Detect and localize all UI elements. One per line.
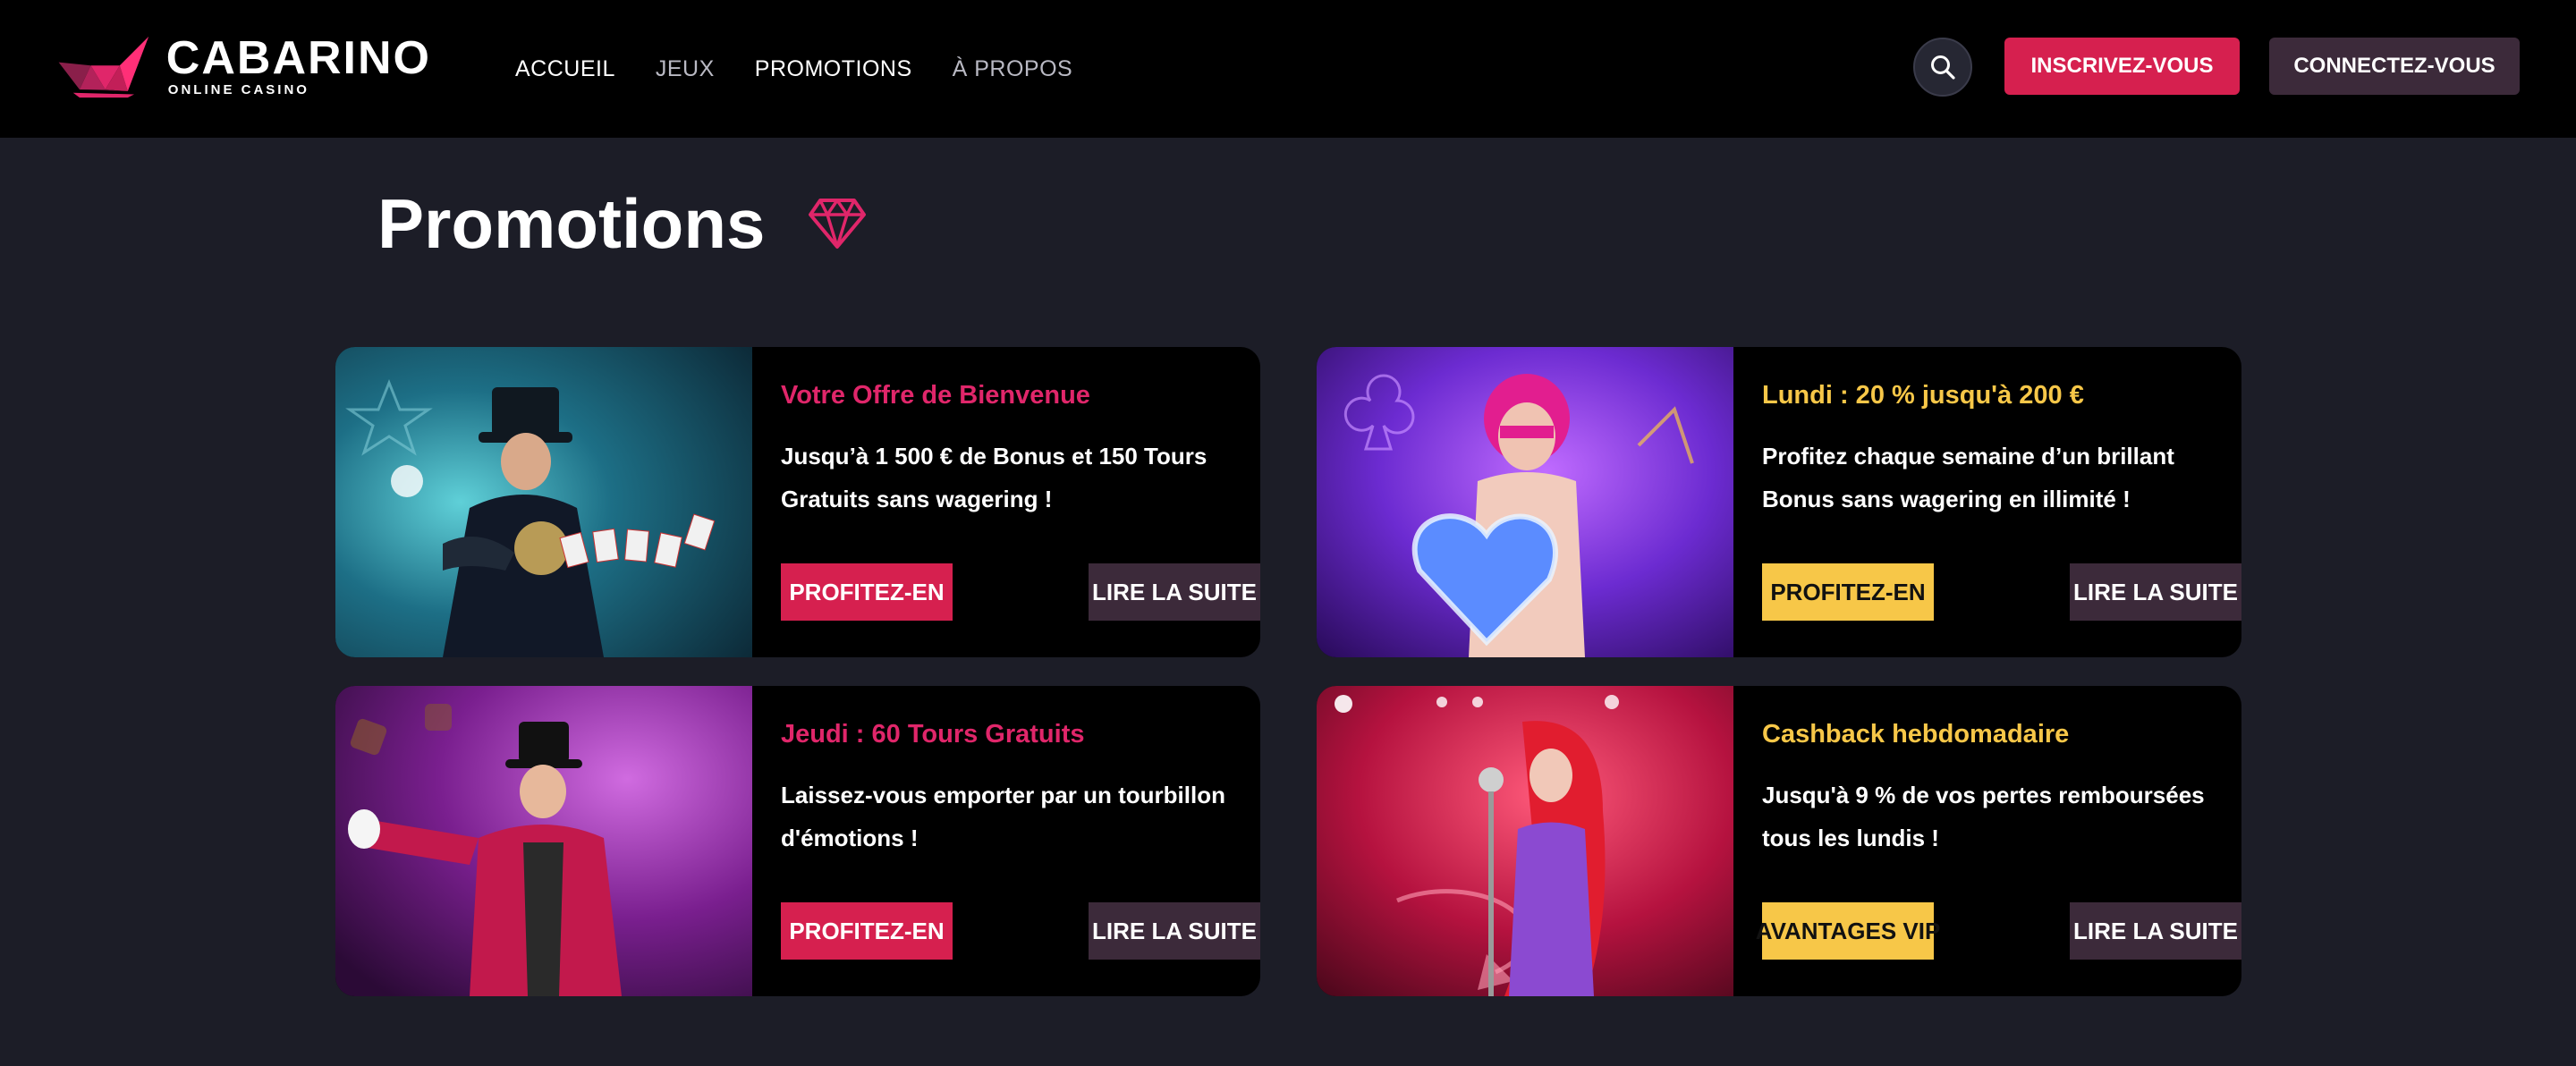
brand-logo[interactable]: CABARINO ONLINE CASINO <box>55 27 431 107</box>
profitez-en-button[interactable]: PROFITEZ-EN <box>781 563 953 621</box>
promo-description: Laissez-vous emporter par un tourbillon … <box>781 782 1225 851</box>
promo-card: Cashback hebdomadaire Jusqu'à 9 % de vos… <box>1317 686 2241 996</box>
woman-neon-heart-image <box>1317 347 1733 657</box>
promo-card-body: Lundi : 20 % jusqu'à 200 € Profitez chaq… <box>1762 347 2241 657</box>
promo-title: Jeudi : 60 Tours Gratuits <box>781 720 1085 749</box>
promo-card: Lundi : 20 % jusqu'à 200 € Profitez chaq… <box>1317 347 2241 657</box>
promo-description: Jusqu'à 9 % de vos pertes remboursées to… <box>1762 782 2205 851</box>
promo-title: Votre Offre de Bienvenue <box>781 381 1090 410</box>
promo-card-body: Votre Offre de Bienvenue Jusqu’à 1 500 €… <box>781 347 1260 657</box>
nav-item-jeux[interactable]: JEUX <box>656 56 715 82</box>
promo-description: Jusqu’à 1 500 € de Bonus et 150 Tours Gr… <box>781 443 1208 512</box>
brand-name: CABARINO <box>165 32 431 84</box>
register-button[interactable]: INSCRIVEZ-VOUS <box>2004 38 2240 95</box>
nav-item-a-propos[interactable]: À PROPOS <box>953 56 1073 82</box>
diamond-icon <box>809 199 867 249</box>
page-title: Promotions <box>377 184 766 263</box>
magician-cards-image <box>335 347 752 657</box>
login-button[interactable]: CONNECTEZ-VOUS <box>2269 38 2520 95</box>
promo-title: Cashback hebdomadaire <box>1762 720 2070 749</box>
promo-card-body: Jeudi : 60 Tours Gratuits Laissez-vous e… <box>781 686 1260 996</box>
singer-microphone-image <box>1317 686 1733 996</box>
page-title-row: Promotions <box>377 179 867 268</box>
promo-description: Profitez chaque semaine d’un brillant Bo… <box>1762 443 2174 512</box>
lire-la-suite-button[interactable]: LIRE LA SUITE <box>2070 563 2241 621</box>
lire-la-suite-button[interactable]: LIRE LA SUITE <box>2070 902 2241 960</box>
search-icon <box>1931 55 1955 80</box>
search-button[interactable] <box>1913 38 1972 97</box>
lire-la-suite-button[interactable]: LIRE LA SUITE <box>1089 902 1260 960</box>
lire-la-suite-button[interactable]: LIRE LA SUITE <box>1089 563 1260 621</box>
promo-card: Votre Offre de Bienvenue Jusqu’à 1 500 €… <box>335 347 1260 657</box>
main-nav: ACCUEIL JEUX PROMOTIONS À PROPOS <box>515 0 1072 138</box>
top-navigation-bar: CABARINO ONLINE CASINO ACCUEIL JEUX PROM… <box>0 0 2576 138</box>
promo-card-body: Cashback hebdomadaire Jusqu'à 9 % de vos… <box>1756 686 2241 996</box>
ringmaster-image <box>335 686 752 996</box>
promo-card: Jeudi : 60 Tours Gratuits Laissez-vous e… <box>335 686 1260 996</box>
brand-tagline: ONLINE CASINO <box>167 82 309 97</box>
promo-title: Lundi : 20 % jusqu'à 200 € <box>1762 381 2084 410</box>
avantages-vip-button[interactable]: AVANTAGES VIP <box>1756 902 1940 960</box>
nav-item-promotions[interactable]: PROMOTIONS <box>755 56 912 82</box>
profitez-en-button[interactable]: PROFITEZ-EN <box>781 902 953 960</box>
nav-item-accueil[interactable]: ACCUEIL <box>515 56 615 82</box>
profitez-en-button[interactable]: PROFITEZ-EN <box>1762 563 1934 621</box>
crown-logo-icon <box>58 36 149 98</box>
